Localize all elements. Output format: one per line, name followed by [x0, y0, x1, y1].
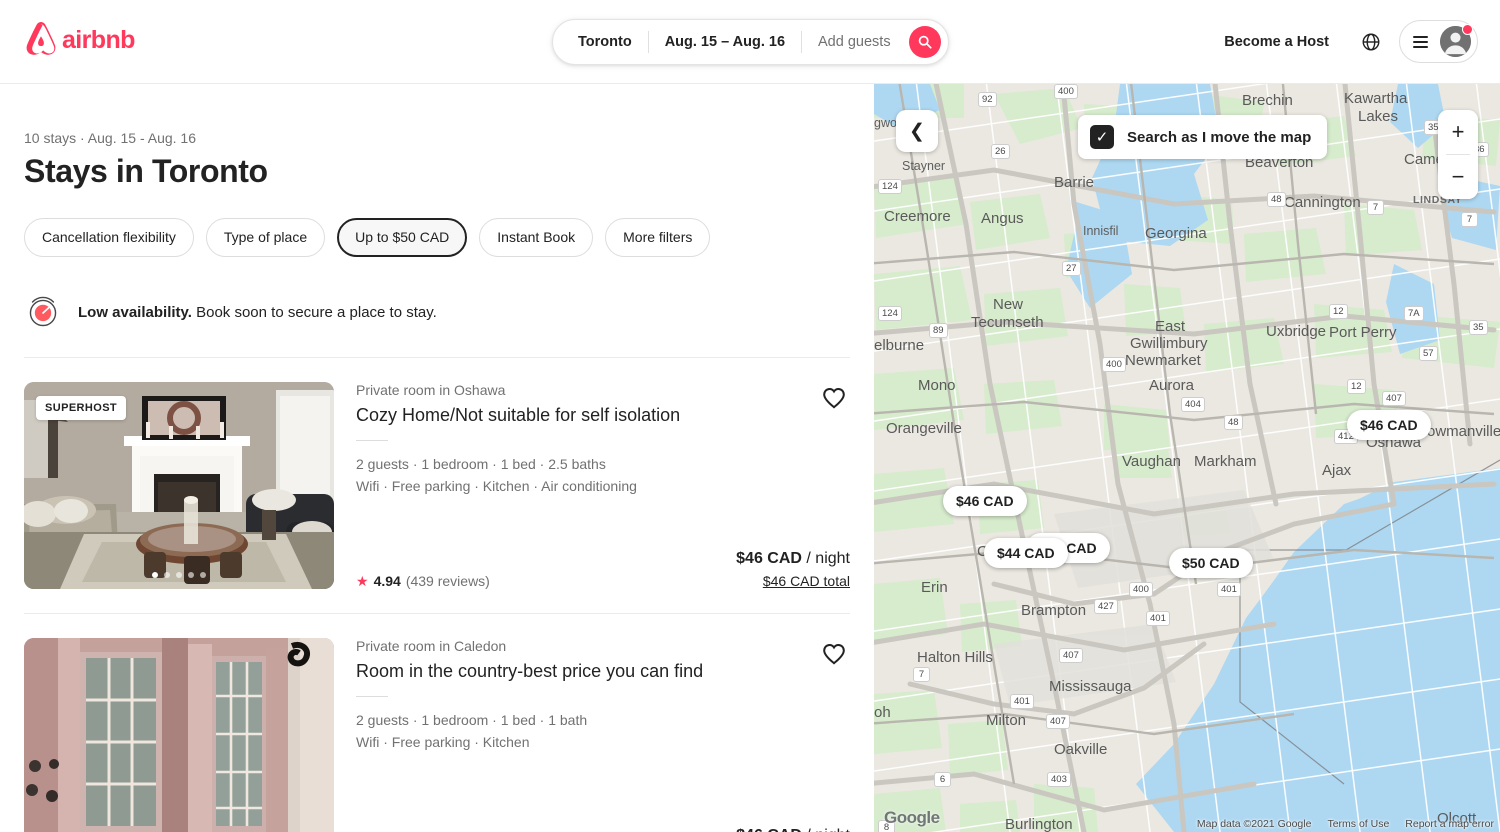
listing-info: Private room in Caledon Room in the coun… [356, 638, 850, 832]
low-availability-notice: Low availability. Book soon to secure a … [24, 293, 850, 359]
search-icon [918, 35, 932, 49]
listing-photo[interactable] [24, 638, 334, 832]
search-as-i-move-checkbox[interactable]: ✓ [1090, 125, 1114, 149]
french-doors-interior-image [24, 638, 334, 832]
globe-icon [1362, 33, 1380, 50]
listing-photo[interactable]: SUPERHOST [24, 382, 334, 590]
listing-footer: ★ 4.94 (439 reviews) $46 CAD / night $46… [356, 550, 850, 589]
photo-carousel-dots[interactable] [24, 572, 334, 579]
site-header: airbnb Toronto Aug. 15 – Aug. 16 Add gue… [0, 0, 1500, 84]
map-data-credit: Map data ©2021 Google [1196, 818, 1312, 830]
listing-card[interactable]: SUPERHOST Private room in Oshawa Cozy Ho… [24, 358, 850, 615]
report-map-error-link[interactable]: Report a map error [1405, 818, 1494, 830]
zoom-out-button[interactable]: − [1438, 155, 1478, 199]
price-total-link[interactable]: $46 CAD total [736, 573, 850, 589]
price-amount: $46 CAD [736, 550, 802, 568]
price-suffix: / night [801, 550, 850, 568]
listing-details: 2 guests · 1 bedroom · 1 bed · 1 bath [356, 711, 588, 728]
airbnb-belo-logo-icon [26, 22, 56, 55]
favorite-button[interactable] [820, 384, 848, 412]
listing-amenities: Wifi · Free parking · Kitchen [356, 734, 530, 751]
airbnb-logo-text: airbnb [62, 25, 135, 54]
listing-info: Private room in Oshawa Cozy Home/Not sui… [356, 382, 850, 589]
price-amount: $46 CAD [736, 827, 802, 832]
low-availability-detail: Book soon to secure a place to stay. [196, 303, 437, 321]
search-as-i-move-toggle[interactable]: ✓ Search as I move the map [1078, 115, 1328, 159]
map-price-marker[interactable]: $46 CAD [943, 486, 1027, 516]
terms-of-use-link[interactable]: Terms of Use [1327, 818, 1389, 830]
page-title: Stays in Toronto [24, 153, 268, 189]
listing-amenities: Wifi · Free parking · Kitchen · Air cond… [356, 478, 637, 495]
listing-price: $46 CAD / night [736, 827, 850, 832]
notification-badge [1462, 24, 1473, 35]
listing-rating: ★ 4.94 (439 reviews) [356, 573, 490, 589]
hamburger-menu-icon [1413, 35, 1428, 48]
chevron-left-icon: ❮ [909, 120, 925, 142]
listing-details: 2 guests · 1 bedroom · 1 bed · 2.5 baths [356, 455, 606, 472]
map-basemap [874, 84, 1500, 832]
map-attribution: Map data ©2021 Google Terms of Use Repor… [1197, 818, 1494, 830]
avatar[interactable] [1440, 24, 1473, 57]
zoom-in-button[interactable]: + [1438, 110, 1478, 154]
carousel-dot[interactable] [200, 572, 206, 579]
search-dates-value[interactable]: Aug. 15 – Aug. 16 [649, 35, 801, 50]
carousel-dot[interactable] [164, 572, 170, 579]
map-price-marker[interactable]: $44 CAD [984, 538, 1068, 568]
checkmark-icon: ✓ [1095, 129, 1109, 146]
divider [356, 439, 388, 441]
price-per-night: $46 CAD / night [736, 827, 850, 832]
filter-pill-price-up-to-50-cad[interactable]: Up to $50 CAD [337, 218, 468, 258]
low-availability-gauge-icon [29, 297, 57, 327]
listing-title[interactable]: Room in the country-best price you can f… [356, 660, 850, 683]
header-actions: Become a Host [1210, 20, 1478, 63]
search-button[interactable] [909, 26, 941, 58]
listing-title[interactable]: Cozy Home/Not suitable for self isolatio… [356, 404, 850, 427]
map-zoom-controls[interactable]: + − [1438, 110, 1478, 199]
filter-pill-instant-book[interactable]: Instant Book [479, 218, 594, 258]
divider [356, 695, 388, 697]
listing-footer: $46 CAD / night [356, 827, 850, 832]
favorite-button[interactable] [820, 640, 848, 668]
search-location-value[interactable]: Toronto [553, 35, 648, 50]
listing-subtitle: Private room in Caledon [356, 638, 507, 655]
search-as-i-move-label: Search as I move the map [1127, 128, 1312, 146]
filter-pill-cancellation-flexibility[interactable]: Cancellation flexibility [24, 218, 194, 258]
become-a-host-button[interactable]: Become a Host [1210, 24, 1343, 60]
listing-subtitle: Private room in Oshawa [356, 382, 506, 399]
price-suffix: / night [802, 827, 850, 832]
superhost-badge: SUPERHOST [36, 396, 127, 421]
rating-review-count: (439 reviews) [405, 573, 490, 590]
filter-pill-more-filters[interactable]: More filters [605, 218, 711, 258]
language-globe-button[interactable] [1351, 22, 1391, 62]
carousel-dot[interactable] [188, 572, 194, 579]
map-panel[interactable]: BrechinKawarthaLakesMidhurstStaynerBeave… [874, 84, 1500, 832]
user-menu-button[interactable] [1399, 20, 1478, 63]
google-logo: Google [884, 808, 940, 827]
price-per-night: $46 CAD / night [736, 550, 850, 568]
rating-score: 4.94 [373, 573, 401, 590]
star-icon: ★ [356, 573, 369, 590]
carousel-dot-active[interactable] [152, 572, 158, 579]
airbnb-search-page: airbnb Toronto Aug. 15 – Aug. 16 Add gue… [0, 0, 1500, 832]
low-availability-headline: Low availability. [78, 303, 192, 321]
heart-outline-icon [823, 388, 845, 409]
results-pane[interactable]: 10 stays · Aug. 15 - Aug. 16 Stays in To… [0, 84, 874, 832]
collapse-map-button[interactable]: ❮ [896, 110, 938, 152]
filter-pill-row: Cancellation flexibility Type of place U… [24, 218, 850, 258]
listing-card[interactable]: Private room in Caledon Room in the coun… [24, 614, 850, 832]
carousel-dot[interactable] [176, 572, 182, 579]
search-guests-placeholder[interactable]: Add guests [802, 35, 909, 50]
low-availability-text: Low availability. Book soon to secure a … [78, 304, 437, 321]
listing-price: $46 CAD / night $46 CAD total [736, 550, 850, 589]
map-price-marker[interactable]: $46 CAD [1347, 410, 1431, 440]
airbnb-logo[interactable]: airbnb [24, 22, 135, 58]
search-bar[interactable]: Toronto Aug. 15 – Aug. 16 Add guests [552, 19, 949, 65]
heart-outline-icon [823, 644, 845, 665]
results-meta: 10 stays · Aug. 15 - Aug. 16 [24, 130, 196, 146]
map-price-marker[interactable]: $50 CAD [1169, 548, 1253, 578]
filter-pill-type-of-place[interactable]: Type of place [205, 218, 326, 258]
